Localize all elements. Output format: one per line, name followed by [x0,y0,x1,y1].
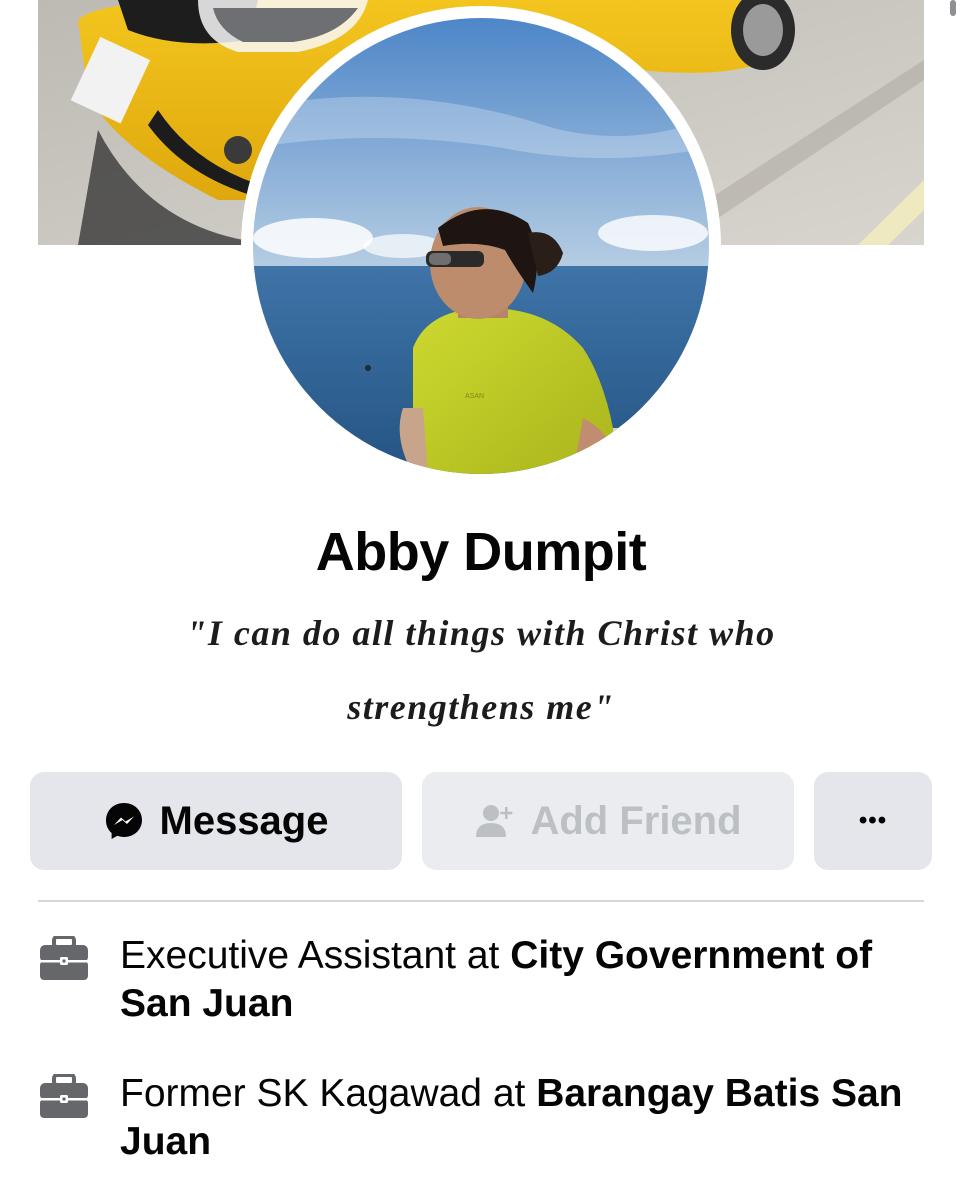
briefcase-icon [38,1073,90,1125]
svg-text:ASAN: ASAN [465,393,484,400]
briefcase-icon [38,935,90,987]
scroll-indicator[interactable] [950,0,956,16]
avatar[interactable]: ASAN [253,18,709,474]
profile-photo-image: ASAN [253,18,709,474]
section-divider [38,900,924,902]
more-options-label: ••• [858,807,888,834]
profile-name: Abby Dumpit [315,522,647,582]
add-friend-icon [474,801,514,841]
message-button-label: Message [159,798,329,843]
intro-former-work-text: Former SK Kagawad at Barangay Batis San … [120,1070,930,1166]
intro-work-text: Executive Assistant at City Government o… [120,932,930,1028]
message-button[interactable]: Message [30,772,402,870]
profile-bio: "I can do all things with Christ who str… [186,613,776,727]
add-friend-button[interactable]: Add Friend [422,772,794,870]
messenger-icon [104,801,144,841]
add-friend-button-label: Add Friend [530,798,742,843]
intro-work-role: Executive Assistant at [120,934,511,977]
intro-former-work-role: Former SK Kagawad at [120,1072,537,1115]
more-options-button[interactable]: ••• [814,772,932,870]
